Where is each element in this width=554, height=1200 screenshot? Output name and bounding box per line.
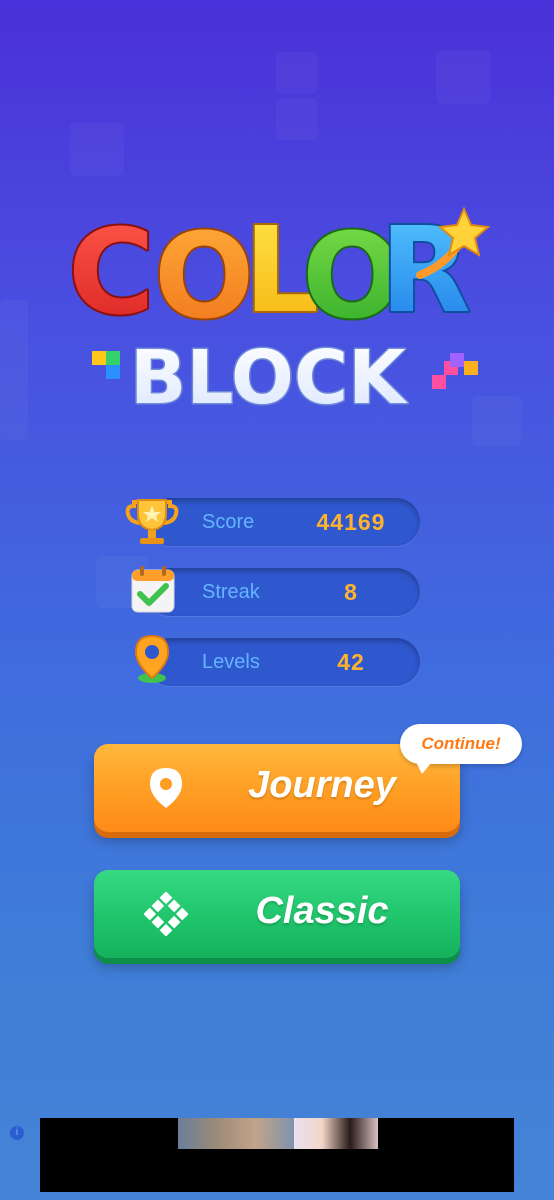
trophy-icon xyxy=(124,492,180,548)
stat-label: Streak xyxy=(202,581,260,603)
location-pin-icon xyxy=(144,766,188,810)
stat-streak: Streak 8 xyxy=(131,566,420,616)
map-pin-icon xyxy=(124,632,180,688)
classic-label: Classic xyxy=(255,890,389,932)
logo-word-block: BLOCK xyxy=(130,335,408,421)
stat-label: Score xyxy=(202,511,255,533)
ad-image xyxy=(178,1118,378,1149)
logo-letter: O xyxy=(154,207,254,345)
stat-score: Score 44169 xyxy=(125,498,420,546)
blocks-right-icon xyxy=(432,353,478,389)
background-tile xyxy=(70,122,124,176)
classic-button[interactable]: Classic xyxy=(94,870,460,958)
stat-levels: Levels 42 xyxy=(134,634,420,686)
continue-badge: Continue! xyxy=(400,724,522,774)
background-tile xyxy=(436,50,490,104)
background-tile xyxy=(0,300,28,440)
grid-blocks-icon xyxy=(143,891,189,937)
stat-value: 8 xyxy=(344,579,358,605)
logo-letter: C xyxy=(68,203,155,341)
blocks-left-icon xyxy=(92,351,120,379)
stat-value: 42 xyxy=(337,649,365,675)
calendar-check-icon xyxy=(124,562,180,618)
ad-info-icon[interactable]: i xyxy=(10,1126,24,1140)
color-block-logo: C O L O R BLOCK xyxy=(66,199,491,423)
stat-label: Levels xyxy=(202,651,260,673)
stat-value: 44169 xyxy=(316,509,386,535)
continue-badge-text: Continue! xyxy=(421,734,501,753)
background-tile xyxy=(276,98,318,140)
ad-banner[interactable] xyxy=(40,1118,514,1192)
game-logo: C O L O R BLOCK xyxy=(60,199,500,423)
journey-label: Journey xyxy=(248,764,396,806)
background-tile xyxy=(276,52,318,94)
